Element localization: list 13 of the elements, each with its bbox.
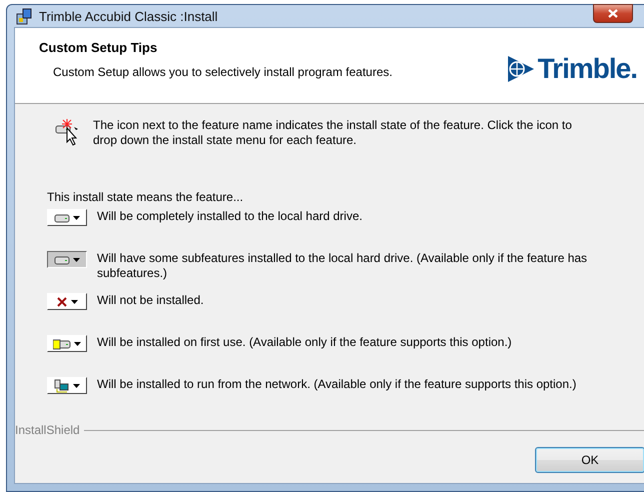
- state-description: Will be installed on first use. (Available only if the feature supports this option.): [97, 335, 513, 350]
- state-description: Will be installed to run from the network. (Available only if the feature supports this option.): [97, 377, 578, 392]
- ok-button[interactable]: OK: [535, 447, 644, 473]
- states-heading: This install state means the feature...: [47, 190, 244, 204]
- state-description: Will not be installed.: [97, 293, 205, 308]
- page-subtitle: Custom Setup allows you to selectively install program features.: [52, 65, 392, 79]
- state-description: Will have some subfeatures installed to the local hard drive. (Available only if the feature has subfeatures.): [97, 251, 588, 281]
- page-title: Custom Setup Tips: [39, 40, 158, 55]
- state-description: Will be completely installed to the local hard drive.: [97, 209, 364, 224]
- brand-label: InstallShield: [15, 423, 80, 437]
- intro-text: The icon next to the feature name indicates the install state of the feature. Click the icon to drop down the install state menu for each feature.: [93, 118, 573, 148]
- window-title: Trimble Accubid Classic :Install: [39, 8, 219, 24]
- logo-text: Trimble.: [538, 52, 637, 84]
